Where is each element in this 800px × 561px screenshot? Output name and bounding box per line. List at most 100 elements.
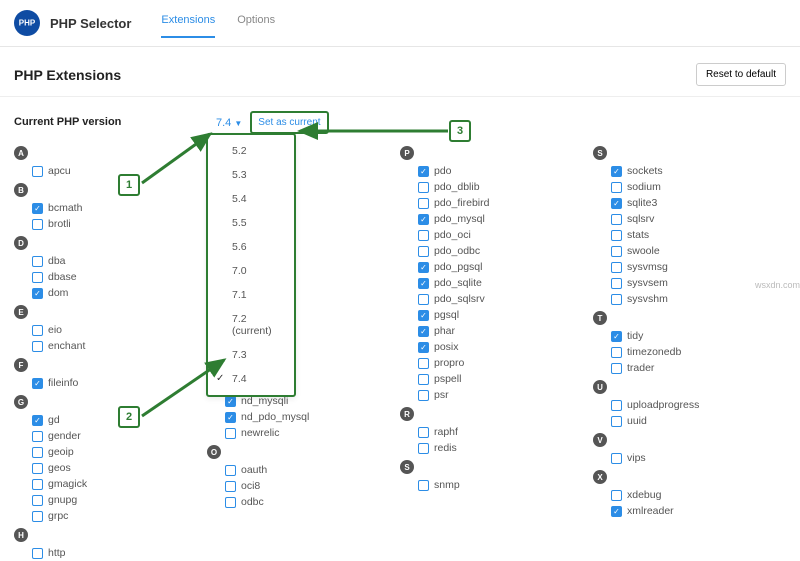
extension-checkbox[interactable] — [418, 342, 429, 353]
current-version-label: Current PHP version — [14, 111, 214, 128]
version-option[interactable]: 7.1 — [208, 283, 294, 307]
letter-badge: V — [593, 433, 607, 447]
extension-row: pdo_odbc — [400, 243, 593, 259]
extension-row: phar — [400, 323, 593, 339]
app-title: PHP Selector — [50, 16, 131, 31]
extension-checkbox[interactable] — [225, 428, 236, 439]
extension-checkbox[interactable] — [611, 262, 622, 273]
extension-checkbox[interactable] — [32, 325, 43, 336]
tab-extensions[interactable]: Extensions — [161, 8, 215, 38]
extension-checkbox[interactable] — [418, 214, 429, 225]
extension-checkbox[interactable] — [611, 363, 622, 374]
extension-checkbox[interactable] — [418, 427, 429, 438]
extension-checkbox[interactable] — [225, 396, 236, 407]
extension-name: xdebug — [627, 489, 661, 501]
extension-checkbox[interactable] — [611, 490, 622, 501]
extension-name: dba — [48, 255, 66, 267]
extension-checkbox[interactable] — [611, 214, 622, 225]
version-option[interactable]: 7.2 (current) — [208, 307, 294, 343]
extension-checkbox[interactable] — [611, 246, 622, 257]
extension-checkbox[interactable] — [225, 412, 236, 423]
extension-name: uploadprogress — [627, 399, 699, 411]
extension-checkbox[interactable] — [32, 415, 43, 426]
version-option[interactable]: 5.2 — [208, 139, 294, 163]
extension-checkbox[interactable] — [32, 548, 43, 559]
extension-checkbox[interactable] — [418, 480, 429, 491]
extension-checkbox[interactable] — [32, 166, 43, 177]
extension-checkbox[interactable] — [418, 310, 429, 321]
extension-checkbox[interactable] — [32, 463, 43, 474]
extension-checkbox[interactable] — [611, 198, 622, 209]
extension-checkbox[interactable] — [418, 246, 429, 257]
version-option[interactable]: 7.4 — [208, 367, 294, 391]
extension-name: dbase — [48, 271, 77, 283]
extension-checkbox[interactable] — [32, 272, 43, 283]
extension-row: gmagick — [14, 476, 207, 492]
extension-checkbox[interactable] — [418, 390, 429, 401]
version-dropdown-trigger[interactable]: 7.4 ▼ — [214, 113, 244, 133]
extension-row: pdo_mysql — [400, 211, 593, 227]
extension-checkbox[interactable] — [32, 203, 43, 214]
extension-checkbox[interactable] — [611, 453, 622, 464]
extension-checkbox[interactable] — [611, 294, 622, 305]
extension-checkbox[interactable] — [225, 497, 236, 508]
extension-checkbox[interactable] — [611, 166, 622, 177]
extension-name: pdo_odbc — [434, 245, 480, 257]
extension-name: tidy — [627, 330, 643, 342]
extension-checkbox[interactable] — [225, 481, 236, 492]
extension-checkbox[interactable] — [32, 288, 43, 299]
extension-checkbox[interactable] — [418, 262, 429, 273]
extension-checkbox[interactable] — [418, 358, 429, 369]
divider — [0, 96, 800, 97]
extension-checkbox[interactable] — [611, 230, 622, 241]
extension-checkbox[interactable] — [32, 256, 43, 267]
extension-name: sqlite3 — [627, 197, 657, 209]
version-option[interactable]: 7.3 — [208, 343, 294, 367]
extension-checkbox[interactable] — [418, 374, 429, 385]
extension-checkbox[interactable] — [32, 511, 43, 522]
set-as-current-button[interactable]: Set as current — [250, 111, 328, 134]
extension-checkbox[interactable] — [418, 198, 429, 209]
extension-name: pdo_pgsql — [434, 261, 482, 273]
extension-checkbox[interactable] — [32, 447, 43, 458]
extension-checkbox[interactable] — [32, 431, 43, 442]
extension-checkbox[interactable] — [32, 479, 43, 490]
extension-row: xmlreader — [593, 503, 786, 519]
extension-checkbox[interactable] — [611, 347, 622, 358]
extension-name: brotli — [48, 218, 71, 230]
extension-name: timezonedb — [627, 346, 681, 358]
extension-checkbox[interactable] — [418, 278, 429, 289]
extension-checkbox[interactable] — [418, 443, 429, 454]
extension-name: psr — [434, 389, 449, 401]
version-option[interactable]: 5.5 — [208, 211, 294, 235]
extension-row: pdo_oci — [400, 227, 593, 243]
version-option[interactable]: 5.3 — [208, 163, 294, 187]
extension-checkbox[interactable] — [32, 219, 43, 230]
extension-checkbox[interactable] — [611, 416, 622, 427]
extension-checkbox[interactable] — [611, 400, 622, 411]
extension-checkbox[interactable] — [418, 166, 429, 177]
extension-row: snmp — [400, 477, 593, 493]
version-option[interactable]: 7.0 — [208, 259, 294, 283]
extension-checkbox[interactable] — [32, 341, 43, 352]
extension-checkbox[interactable] — [611, 182, 622, 193]
extension-checkbox[interactable] — [418, 326, 429, 337]
extension-checkbox[interactable] — [32, 495, 43, 506]
extension-checkbox[interactable] — [32, 378, 43, 389]
reset-to-default-button[interactable]: Reset to default — [696, 63, 786, 86]
extension-name: pdo_firebird — [434, 197, 489, 209]
extension-name: pdo_mysql — [434, 213, 485, 225]
extension-name: pdo — [434, 165, 452, 177]
version-option[interactable]: 5.4 — [208, 187, 294, 211]
extension-checkbox[interactable] — [418, 182, 429, 193]
extension-checkbox[interactable] — [611, 278, 622, 289]
extension-checkbox[interactable] — [611, 506, 622, 517]
extension-checkbox[interactable] — [418, 230, 429, 241]
callout-3: 3 — [449, 120, 471, 142]
version-option[interactable]: 5.6 — [208, 235, 294, 259]
tab-options[interactable]: Options — [237, 8, 275, 38]
extension-checkbox[interactable] — [611, 331, 622, 342]
letter-badge: O — [207, 445, 221, 459]
extension-checkbox[interactable] — [418, 294, 429, 305]
extension-checkbox[interactable] — [225, 465, 236, 476]
